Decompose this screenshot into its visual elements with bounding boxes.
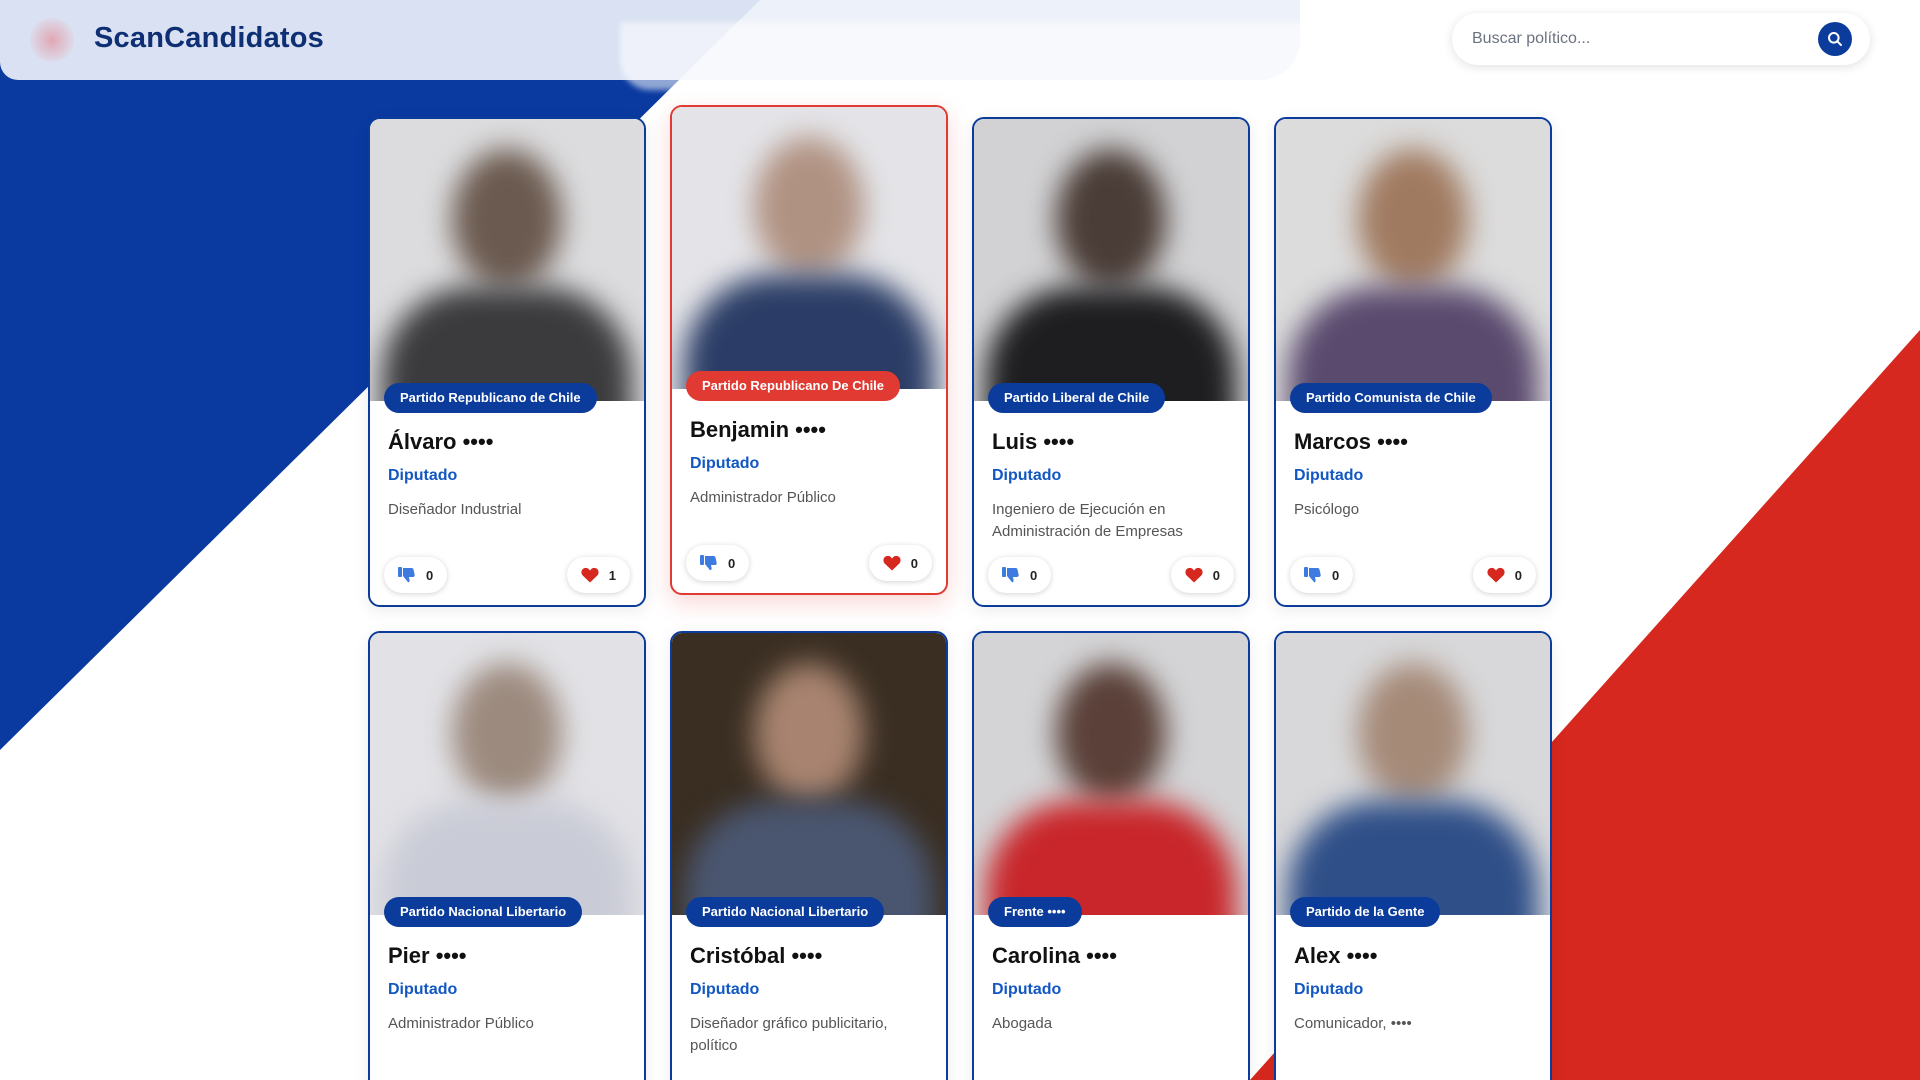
candidate-role: Diputado	[388, 467, 458, 484]
candidate-profession: Psicólogo	[1294, 501, 1360, 518]
thumbs-down-icon	[398, 567, 415, 583]
candidate-name: Alex ••••	[1294, 943, 1378, 968]
search-button[interactable]	[1818, 22, 1852, 56]
brand-title[interactable]: ScanCandidatos	[94, 22, 324, 55]
dislike-count: 0	[1030, 567, 1038, 583]
party-badge[interactable]: Partido de la Gente	[1290, 897, 1441, 927]
candidate-grid: Partido Republicano de Chile Álvaro ••••…	[368, 105, 1552, 1080]
search-box	[1452, 13, 1870, 65]
candidate-profession: Comunicador, ••••	[1294, 1015, 1412, 1032]
candidate-photo	[1276, 633, 1550, 915]
candidate-card[interactable]: Partido Nacional Libertario Cristóbal ••…	[670, 631, 948, 1080]
search-input[interactable]	[1472, 27, 1792, 51]
candidate-name: Cristóbal ••••	[690, 943, 823, 968]
candidate-profession: Diseñador Industrial	[388, 501, 522, 518]
candidate-profession: Abogada	[992, 1015, 1053, 1032]
candidate-card[interactable]: Partido Nacional Libertario Pier •••• Di…	[368, 631, 646, 1080]
card-actions: 0 0	[686, 545, 932, 581]
candidate-role: Diputado	[992, 467, 1062, 484]
card-actions: 0 1	[384, 557, 630, 593]
top-header: ScanCandidatos	[0, 0, 1920, 90]
candidate-photo	[370, 633, 644, 915]
candidate-card[interactable]: Partido Comunista de Chile Marcos •••• D…	[1274, 117, 1552, 607]
heart-icon	[1185, 567, 1203, 583]
candidate-profession: Administrador Público	[690, 489, 836, 506]
candidate-card[interactable]: Partido de la Gente Alex •••• Diputado C…	[1274, 631, 1552, 1080]
candidate-photo	[672, 633, 946, 915]
candidate-photo	[974, 633, 1248, 915]
like-count: 1	[608, 567, 616, 583]
candidate-role: Diputado	[690, 981, 760, 998]
candidate-photo	[672, 107, 946, 389]
card-actions: 0 0	[1290, 557, 1536, 593]
candidate-profession: Administrador Público	[388, 1015, 534, 1032]
candidate-photo	[1276, 119, 1550, 401]
search-icon	[1828, 32, 1842, 46]
party-badge[interactable]: Partido Nacional Libertario	[686, 897, 885, 927]
dislike-button[interactable]: 0	[1290, 557, 1354, 593]
like-button[interactable]: 0	[1170, 557, 1234, 593]
like-count: 0	[910, 555, 918, 571]
thumbs-down-icon	[1002, 567, 1019, 583]
dislike-count: 0	[426, 567, 434, 583]
thumbs-down-icon	[700, 555, 717, 571]
dislike-count: 0	[728, 555, 736, 571]
party-badge[interactable]: Partido Nacional Libertario	[384, 897, 583, 927]
candidate-profession: Diseñador gráfico publicitario, político	[690, 1015, 888, 1054]
candidate-photo	[370, 119, 644, 401]
logo-icon[interactable]	[30, 18, 74, 62]
candidate-card-highlighted[interactable]: Partido Republicano De Chile Benjamin ••…	[670, 105, 948, 595]
like-button[interactable]: 1	[566, 557, 630, 593]
candidate-role: Diputado	[1294, 467, 1364, 484]
like-count: 0	[1514, 567, 1522, 583]
candidate-name: Luis ••••	[992, 429, 1075, 454]
like-button[interactable]: 0	[868, 545, 932, 581]
dislike-count: 0	[1332, 567, 1340, 583]
like-count: 0	[1212, 567, 1220, 583]
heart-icon	[883, 555, 901, 571]
candidate-card[interactable]: Partido Republicano de Chile Álvaro ••••…	[368, 117, 646, 607]
candidate-role: Diputado	[690, 455, 760, 472]
dislike-button[interactable]: 0	[988, 557, 1052, 593]
thumbs-down-icon	[1304, 567, 1321, 583]
candidate-name: Carolina ••••	[992, 943, 1117, 968]
party-badge[interactable]: Partido Comunista de Chile	[1290, 383, 1492, 413]
dislike-button[interactable]: 0	[384, 557, 448, 593]
candidate-photo	[974, 119, 1248, 401]
heart-icon	[1487, 567, 1505, 583]
party-badge[interactable]: Frente ••••	[988, 897, 1082, 927]
candidate-name: Pier ••••	[388, 943, 467, 968]
candidate-role: Diputado	[992, 981, 1062, 998]
dislike-button[interactable]: 0	[686, 545, 750, 581]
candidate-card[interactable]: Frente •••• Carolina •••• Diputado Aboga…	[972, 631, 1250, 1080]
candidate-role: Diputado	[1294, 981, 1364, 998]
party-badge[interactable]: Partido Liberal de Chile	[988, 383, 1166, 413]
candidate-name: Álvaro ••••	[388, 429, 494, 454]
candidate-profession: Ingeniero de Ejecución en Administración…	[992, 501, 1183, 540]
nav-bar-blurred	[620, 22, 1310, 90]
party-badge[interactable]: Partido Republicano de Chile	[384, 383, 597, 413]
candidate-card[interactable]: Partido Liberal de Chile Luis •••• Diput…	[972, 117, 1250, 607]
candidate-role: Diputado	[388, 981, 458, 998]
like-button[interactable]: 0	[1472, 557, 1536, 593]
card-actions: 0 0	[988, 557, 1234, 593]
candidate-name: Benjamin ••••	[690, 417, 826, 442]
heart-icon	[581, 567, 599, 583]
candidate-name: Marcos ••••	[1294, 429, 1408, 454]
party-badge[interactable]: Partido Republicano De Chile	[686, 371, 901, 401]
